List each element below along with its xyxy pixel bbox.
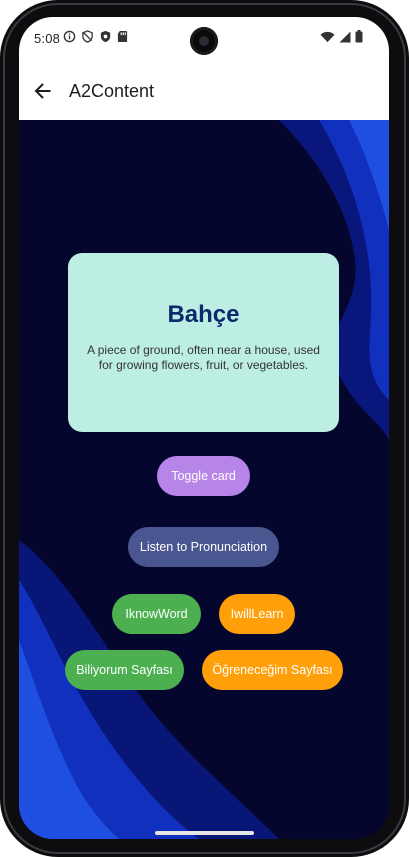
blocked-shield-icon [82,30,93,43]
screen: 5:08 A2Content Bahçe A piece of ground, … [19,17,389,839]
known-words-page-button[interactable]: Biliyorum Sayfası [65,650,184,690]
sd-card-icon [117,31,128,42]
info-icon [63,30,76,43]
back-button[interactable] [31,79,55,103]
wifi-icon [320,31,335,42]
content-area: Bahçe A piece of ground, often near a ho… [19,120,389,839]
shield-icon [100,30,111,43]
learn-words-page-button[interactable]: Öğreneceğim Sayfası [202,650,343,690]
app-bar: A2Content [19,61,389,121]
card-definition: A piece of ground, often near a house, u… [87,343,320,372]
phone-frame: 5:08 A2Content Bahçe A piece of ground, … [0,0,409,857]
will-learn-button[interactable]: IwillLearn [219,594,295,634]
status-bar: 5:08 [19,17,389,61]
arrow-back-icon [34,83,51,99]
status-time: 5:08 [34,31,61,46]
know-word-button[interactable]: IknowWord [112,594,201,634]
app-title: A2Content [69,81,155,101]
battery-icon [355,30,363,43]
flashcard[interactable]: Bahçe A piece of ground, often near a ho… [68,253,339,432]
front-camera [190,27,218,55]
status-icons-left [63,30,128,43]
card-word: Bahçe [167,301,240,328]
home-indicator[interactable] [155,831,254,835]
signal-icon [339,31,351,42]
toggle-card-button[interactable]: Toggle card [157,456,250,496]
listen-pronunciation-button[interactable]: Listen to Pronunciation [128,527,279,567]
status-icons-right [320,30,363,43]
